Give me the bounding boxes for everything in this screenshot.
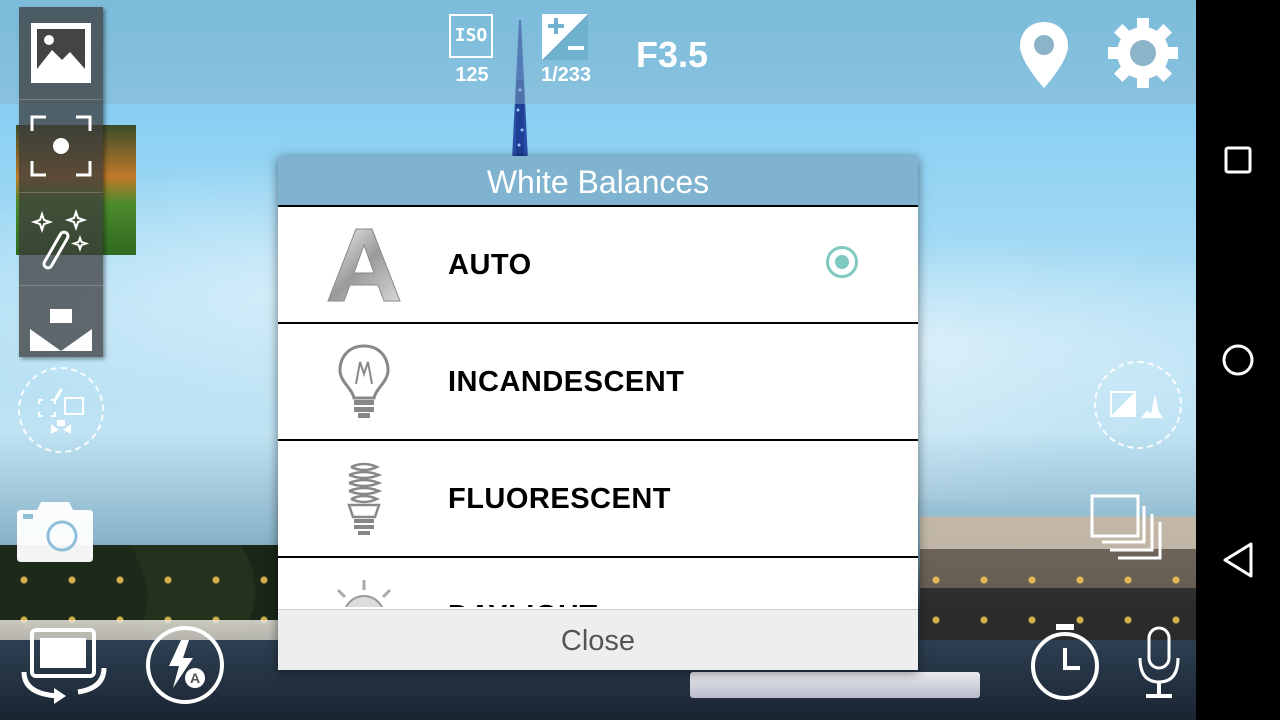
wb-option-auto[interactable]: AUTO: [278, 207, 918, 324]
iso-value: 125: [455, 64, 489, 86]
quick-modes-button[interactable]: [18, 367, 104, 453]
wb-option-fluorescent[interactable]: FLUORESCENT: [278, 441, 918, 558]
top-settings-bar: [0, 0, 1196, 104]
exposure-histogram-icon: [1110, 391, 1163, 418]
daylight-sun-icon: [326, 576, 402, 607]
switch-camera-icon[interactable]: [18, 622, 110, 708]
burst-mode-icon[interactable]: [1090, 494, 1162, 562]
recents-button[interactable]: [1196, 120, 1280, 200]
effects-button[interactable]: [19, 193, 103, 286]
modes-shortcut-icon: [38, 388, 84, 434]
recents-square-icon: [1224, 146, 1252, 174]
auto-a-icon: [326, 225, 402, 305]
exposure-histogram-button[interactable]: [1094, 361, 1182, 449]
selected-radio[interactable]: [826, 246, 858, 278]
flash-mode-button[interactable]: A: [146, 626, 224, 704]
focus-icon: [30, 115, 92, 177]
white-balance-dialog: White Balances AUTO INCANDESCENT FLUORES…: [278, 156, 918, 670]
scene-mode-icon: [30, 309, 92, 351]
wb-option-daylight[interactable]: DAYLIGHT: [278, 558, 918, 607]
iso-button[interactable]: ISO: [449, 14, 493, 58]
home-button[interactable]: [1196, 320, 1280, 400]
gallery-icon: [31, 23, 91, 83]
location-pin-icon[interactable]: [1018, 20, 1070, 90]
flash-auto-icon: A: [169, 640, 205, 688]
voice-control-microphone-icon[interactable]: [1136, 626, 1182, 702]
aperture-value[interactable]: F3.5: [636, 34, 708, 76]
scene-mode-button[interactable]: [19, 286, 103, 378]
system-navigation-bar: [1196, 0, 1280, 720]
wb-option-incandescent[interactable]: INCANDESCENT: [278, 324, 918, 441]
svg-text:A: A: [190, 670, 200, 686]
settings-gear-icon[interactable]: [1106, 16, 1180, 90]
white-balance-list[interactable]: AUTO INCANDESCENT FLUORESCENT: [278, 207, 918, 607]
side-menu: [19, 7, 103, 357]
gallery-button[interactable]: [19, 7, 103, 100]
close-button[interactable]: Close: [278, 609, 918, 670]
wb-option-label: DAYLIGHT: [448, 558, 598, 607]
dialog-title: White Balances: [278, 156, 918, 207]
river-boat: [690, 672, 980, 698]
focus-mode-button[interactable]: [19, 100, 103, 193]
shutter-speed-value[interactable]: 1/233: [528, 64, 604, 87]
incandescent-bulb-icon: [326, 342, 402, 422]
fluorescent-bulb-icon: [326, 459, 402, 539]
wb-option-label: INCANDESCENT: [448, 366, 685, 398]
magic-wand-icon: [30, 208, 90, 270]
back-triangle-icon: [1223, 542, 1253, 578]
camera-shutter-icon[interactable]: [15, 500, 95, 564]
back-button[interactable]: [1196, 520, 1280, 600]
home-circle-icon: [1222, 344, 1254, 376]
wb-option-label: FLUORESCENT: [448, 483, 671, 515]
timer-icon[interactable]: [1028, 624, 1102, 702]
wb-option-label: AUTO: [448, 249, 532, 281]
exposure-compensation-icon[interactable]: [542, 14, 588, 60]
